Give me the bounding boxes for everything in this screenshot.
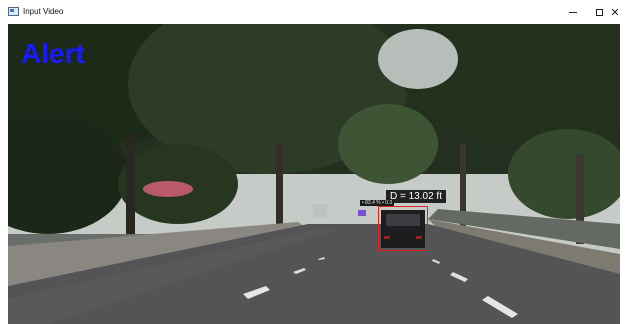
title-bar[interactable]: Input Video ✕ xyxy=(0,0,628,24)
road-scene xyxy=(8,24,620,324)
minimize-icon xyxy=(569,11,577,13)
minimize-button[interactable] xyxy=(560,0,586,24)
alert-text: Alert xyxy=(21,38,85,69)
window-title: Input Video xyxy=(23,7,64,16)
video-window-icon xyxy=(8,7,19,16)
distance-label: D = 13.02 ft xyxy=(386,190,446,203)
close-button[interactable]: ✕ xyxy=(602,0,628,24)
video-frame: Alert D = 13.02 ft • 83.4 % • 0.3 xyxy=(8,24,620,324)
detection-bounding-box xyxy=(378,206,428,251)
video-window: Input Video ✕ Alert D = 13.02 ft • 83.4 … xyxy=(0,0,628,324)
detection-class-label: • 83.4 % • 0.3 xyxy=(360,200,395,206)
close-icon: ✕ xyxy=(610,5,620,19)
